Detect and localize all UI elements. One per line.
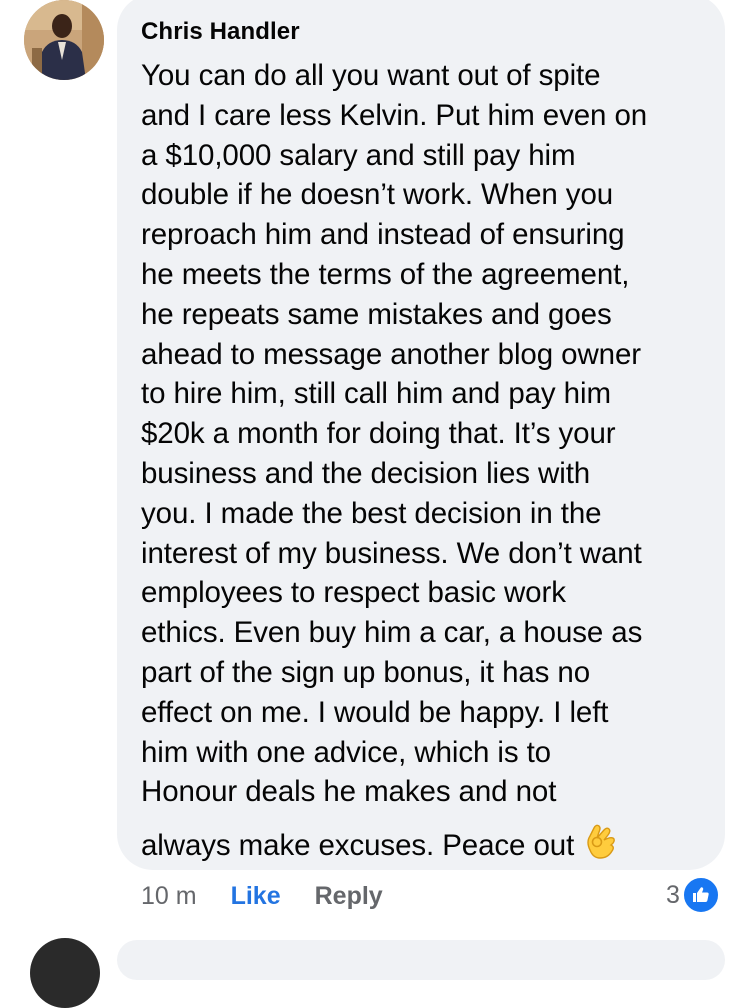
comment-line: ahead to message another blog owner bbox=[141, 337, 641, 371]
comment-line: Honour deals he makes and not bbox=[141, 775, 557, 809]
reaction-summary[interactable]: 3 bbox=[666, 876, 720, 914]
comment-text: You can do all you want out of spite and… bbox=[141, 56, 705, 873]
comment-bubble: Chris Handler You can do all you want ou… bbox=[117, 0, 725, 870]
comment-line: always make excuses. Peace out bbox=[141, 829, 575, 863]
comment-line-last: always make excuses. Peace out bbox=[141, 822, 705, 873]
comment-line: interest of my business. We don’t want bbox=[141, 536, 642, 570]
comment-line: business and the decision lies with bbox=[141, 456, 591, 490]
ok-hand-emoji-icon bbox=[582, 820, 618, 871]
comment-line: You can do all you want out of spite bbox=[141, 59, 601, 92]
comment-line: $20k a month for doing that. It’s your bbox=[141, 417, 616, 451]
comment-line: a $10,000 salary and still pay him bbox=[141, 138, 576, 172]
comment-line: double if he doesn’t work. When you bbox=[141, 178, 614, 212]
comment-line: he repeats same mistakes and goes bbox=[141, 297, 612, 331]
avatar-photo bbox=[24, 0, 104, 80]
comment-line: ethics. Even buy him a car, a house as bbox=[141, 616, 643, 650]
thumbs-up-icon bbox=[681, 876, 720, 914]
comment-line: he meets the terms of the agreement, bbox=[141, 257, 630, 291]
comment-line: you. I made the best decision in the bbox=[141, 496, 602, 530]
like-button[interactable]: Like bbox=[231, 882, 281, 911]
comment-timestamp[interactable]: 10 m bbox=[141, 882, 197, 911]
reaction-count: 3 bbox=[666, 880, 680, 909]
comment-author[interactable]: Chris Handler bbox=[141, 17, 705, 47]
reply-button[interactable]: Reply bbox=[315, 882, 383, 911]
commenter-avatar[interactable] bbox=[24, 0, 104, 80]
next-commenter-avatar[interactable] bbox=[30, 938, 100, 1008]
comment-actions: 10 m Like Reply bbox=[141, 878, 383, 914]
comment-line: part of the sign up bonus, it has no bbox=[141, 655, 591, 689]
comment-line: effect on me. I would be happy. I left bbox=[141, 695, 609, 729]
comment-line: to hire him, still call him and pay him bbox=[141, 377, 611, 411]
comment-line: employees to respect basic work bbox=[141, 576, 566, 610]
comment-line: reproach him and instead of ensuring bbox=[141, 218, 625, 252]
next-comment-bubble bbox=[117, 940, 725, 980]
comment-line: him with one advice, which is to bbox=[141, 735, 551, 769]
comment-line: and I care less Kelvin. Put him even on bbox=[141, 98, 648, 132]
